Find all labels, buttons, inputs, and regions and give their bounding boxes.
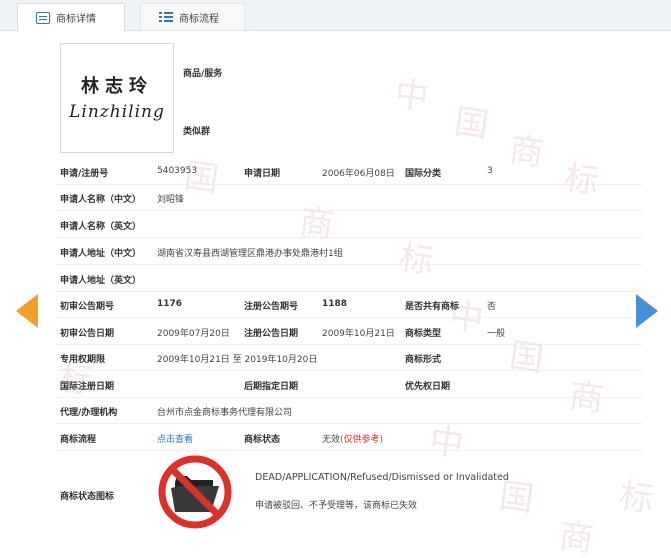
watermark-char: 商: [566, 375, 607, 421]
watermark-char: 中: [426, 420, 467, 466]
later-date-label: 后期指定日期: [244, 382, 299, 392]
reg-no-value: 5403953: [157, 166, 198, 176]
tm-type-label: 商标类型: [405, 329, 442, 339]
agent-label: 代理/办理机构: [60, 408, 118, 418]
arrow-right-icon[interactable]: [636, 294, 658, 328]
watermark-char: 商: [506, 129, 547, 175]
status-en-text: DEAD/APPLICATION/Refused/Dismissed or In…: [255, 472, 509, 483]
goods-services-label: 商品/服务: [183, 69, 223, 79]
tab-trademark-detail-label: 商标详情: [56, 14, 96, 25]
reg-date-label: 注册公告日期: [244, 329, 299, 339]
reg-date-value: 2009年10月21日: [322, 329, 395, 339]
watermark-char: 商: [556, 515, 597, 558]
intl-reg-date-label: 国际注册日期: [60, 382, 115, 392]
row-divider: [57, 317, 641, 318]
address-cn-value: 湖南省汉寿县西湖管理区鼎港办事处鼎港村1组: [157, 249, 343, 259]
right-period-value: 2009年10月21日 至 2019年10月20日: [157, 355, 318, 365]
priority-date-label: 优先权日期: [405, 382, 451, 392]
prelim-issue-label: 初审公告期号: [60, 302, 115, 312]
intl-class-label: 国际分类: [405, 169, 442, 179]
prohibited-folder-icon: [158, 455, 232, 529]
reg-issue-label: 注册公告期号: [244, 302, 299, 312]
document-icon: [36, 11, 50, 24]
watermark-char: 标: [561, 157, 602, 203]
watermark-char: 国: [451, 101, 492, 147]
prelim-date-value: 2009年07月20日: [157, 329, 230, 339]
reg-no-label: 申请/注册号: [60, 169, 109, 179]
list-icon: [159, 11, 173, 23]
row-divider: [57, 264, 641, 265]
row-divider: [57, 423, 641, 424]
address-cn-label: 申请人地址（中文）: [60, 249, 142, 259]
row-divider: [57, 184, 641, 185]
tm-type-value: 一般: [487, 329, 506, 339]
trademark-image: 林志玲 Linzhiling: [60, 43, 174, 153]
row-divider: [57, 370, 641, 371]
address-en-label: 申请人地址（英文）: [60, 276, 142, 286]
applicant-cn-label: 申请人名称（中文）: [60, 195, 142, 205]
applicant-en-label: 申请人名称（英文）: [60, 222, 142, 232]
right-period-label: 专用权期限: [60, 355, 106, 365]
shared-mark-label: 是否共有商标: [405, 302, 460, 312]
watermark-char: 标: [616, 475, 657, 521]
watermark-char: 商: [296, 201, 337, 247]
status-cn-text: 申请被驳回、不予受理等，该商标已失效: [255, 501, 418, 511]
view-flow-link[interactable]: 点击查看: [157, 432, 193, 445]
prelim-issue-value: 1176: [157, 299, 183, 309]
row-divider: [57, 344, 641, 345]
row-divider: [57, 397, 641, 398]
tab-trademark-flow[interactable]: 商标流程: [140, 3, 245, 31]
row-divider: [57, 291, 641, 292]
reg-issue-value: 1188: [322, 299, 348, 309]
row-divider: [57, 210, 641, 211]
watermark-char: 中: [446, 295, 487, 341]
trademark-image-en-text: Linzhiling: [69, 102, 165, 122]
intl-class-value: 3: [487, 166, 493, 176]
applicant-cn-value: 刘昭锋: [157, 195, 185, 205]
tm-form-label: 商标形式: [405, 355, 442, 365]
trademark-image-cn-text: 林志玲: [81, 76, 153, 97]
status-value-group: 无效(仅供参考): [322, 432, 383, 445]
status-icon-label: 商标状态图标: [60, 492, 115, 502]
watermark-char: 中: [391, 73, 432, 119]
status-note: (仅供参考): [340, 435, 384, 445]
tab-trademark-detail[interactable]: 商标详情: [17, 3, 125, 32]
app-date-value: 2006年06月08日: [322, 169, 395, 179]
shared-mark-value: 否: [487, 302, 497, 312]
row-divider: [57, 450, 641, 451]
watermark-char: 国: [506, 335, 547, 381]
tab-trademark-flow-label: 商标流程: [179, 13, 219, 25]
flow-label: 商标流程: [60, 435, 97, 445]
similar-group-label: 类似群: [183, 127, 211, 137]
tab-bar: 商标详情 商标流程: [0, 0, 671, 32]
arrow-left-icon[interactable]: [16, 294, 38, 328]
app-date-label: 申请日期: [244, 169, 281, 179]
prelim-date-label: 初审公告日期: [60, 329, 115, 339]
status-label: 商标状态: [244, 435, 281, 445]
row-divider: [57, 237, 641, 238]
agent-value: 台州市点金商标事务代理有限公司: [157, 408, 293, 418]
status-value: 无效: [322, 435, 341, 445]
